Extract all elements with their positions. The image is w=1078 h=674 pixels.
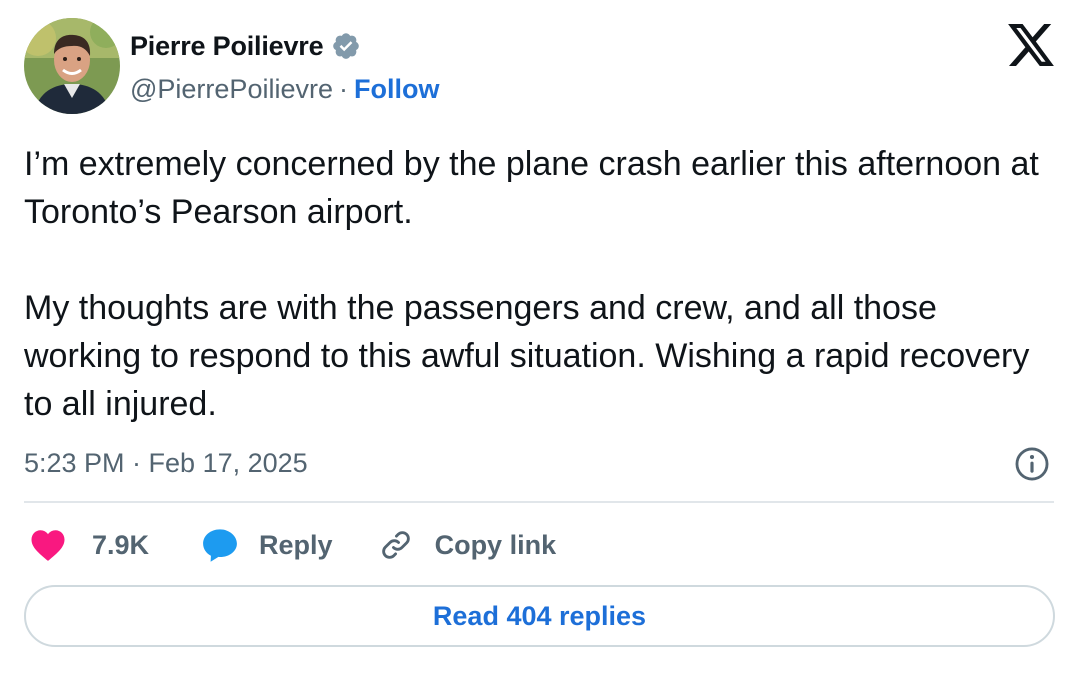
author-handle[interactable]: @PierrePoilievre — [130, 74, 333, 105]
profile-photo — [24, 18, 120, 114]
separator-dot: · — [338, 73, 348, 104]
read-replies-button[interactable]: Read 404 replies — [24, 585, 1055, 647]
author-handle-row: @PierrePoilievre · Follow — [130, 72, 439, 106]
like-button[interactable]: 7.9K — [24, 528, 149, 562]
tweet-paragraph-2: My thoughts are with the passengers and … — [24, 289, 1030, 423]
avatar[interactable] — [24, 18, 120, 114]
tweet-text: I’m extremely concerned by the plane cra… — [24, 140, 1054, 428]
heart-icon — [31, 530, 65, 561]
copy-link-label: Copy link — [434, 529, 557, 560]
reply-label: Reply — [259, 529, 333, 560]
divider — [24, 501, 1054, 503]
like-count: 7.9K — [92, 529, 150, 560]
verified-badge-icon — [333, 33, 360, 59]
follow-button[interactable]: Follow — [354, 74, 439, 105]
link-icon — [381, 531, 410, 559]
tweet-paragraph-1: I’m extremely concerned by the plane cra… — [24, 145, 1039, 231]
tweet-embed-card: Pierre Poilievre @PierrePoilievre · Foll… — [0, 0, 1078, 674]
info-icon[interactable] — [1013, 445, 1051, 483]
tweet-timestamp[interactable]: 5:23 PM · Feb 17, 2025 — [24, 446, 308, 480]
speech-bubble-icon — [203, 529, 237, 562]
author-name[interactable]: Pierre Poilievre — [130, 31, 324, 62]
copy-link-button[interactable]: Copy link — [379, 528, 557, 562]
x-logo-icon[interactable] — [1008, 24, 1054, 66]
action-bar: 7.9K Reply Copy link — [24, 522, 556, 568]
reply-button[interactable]: Reply — [201, 527, 333, 563]
author-name-row: Pierre Poilievre — [130, 28, 361, 64]
